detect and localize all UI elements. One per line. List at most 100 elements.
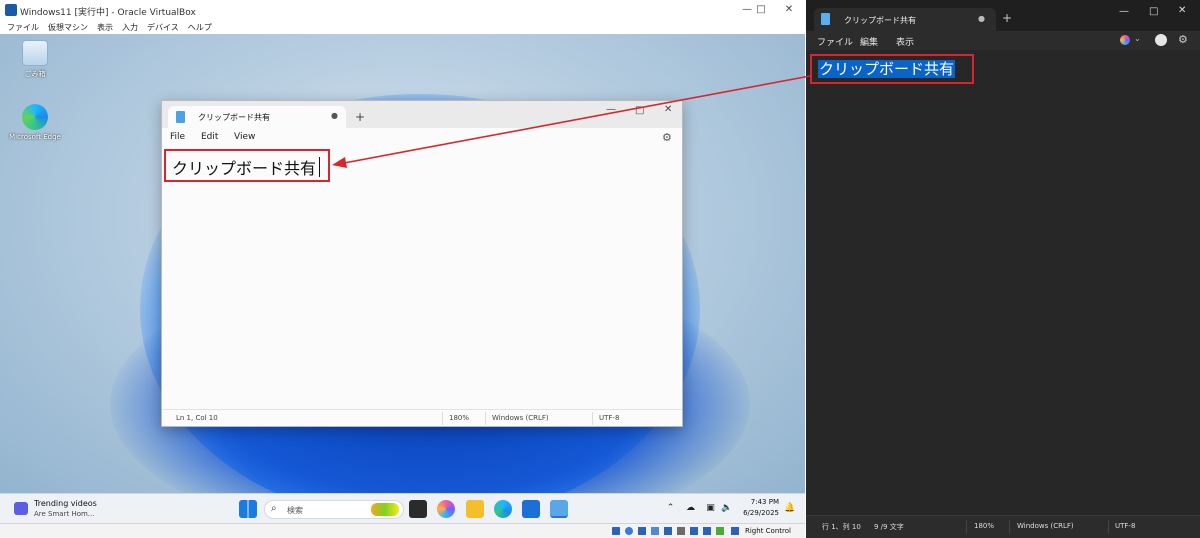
host-new-tab-button[interactable]: +	[1002, 11, 1012, 25]
guest-maximize-button[interactable]: □	[635, 105, 644, 116]
vbox-title-bar[interactable]: Windows11 [実行中] - Oracle VirtualBox — □ …	[0, 0, 805, 20]
guest-status-position: Ln 1, Col 10	[176, 414, 218, 422]
store-icon[interactable]	[522, 500, 540, 518]
start-button-windows-icon[interactable]	[239, 500, 257, 518]
settings-gear-icon[interactable]: ⚙	[662, 131, 672, 144]
copilot-chevron-down-icon[interactable]: ⌄	[1134, 34, 1141, 43]
host-key-label: Right Control	[745, 527, 791, 535]
host-notepad-tab[interactable]: クリップボード共有 ●	[814, 8, 996, 31]
audio-status-icon[interactable]	[638, 527, 646, 535]
account-avatar-icon[interactable]	[1155, 34, 1167, 46]
unsaved-dot-icon[interactable]: ●	[331, 111, 338, 120]
status-divider	[442, 412, 443, 425]
annotation-box-host	[810, 54, 974, 84]
edge-taskbar-icon[interactable]	[494, 500, 512, 518]
guest-status-bar: Ln 1, Col 10 180% Windows (CRLF) UTF-8	[162, 409, 682, 426]
mouse-integration-icon[interactable]	[731, 527, 739, 535]
guest-notepad-menu-bar: File Edit View ⚙	[162, 128, 682, 148]
notification-bell-icon[interactable]: 🔔	[784, 503, 795, 514]
host-notepad-menu-bar: ファイル 編集 表示 ⌄ ⚙	[806, 31, 1200, 50]
taskbar-search-box[interactable]: ⌕ 検索	[264, 500, 404, 519]
status-divider	[1009, 520, 1010, 534]
menu-machine[interactable]: 仮想マシン	[48, 22, 88, 33]
host-status-zoom: 180%	[974, 522, 995, 530]
widget-subtitle[interactable]: Are Smart Hom...	[34, 510, 94, 518]
search-highlight-icon	[371, 503, 399, 516]
host-menu-view[interactable]: 表示	[896, 35, 914, 48]
task-view-icon[interactable]	[409, 500, 427, 518]
clock-time[interactable]: 7:43 PM	[745, 498, 779, 506]
volume-icon[interactable]: 🔈	[721, 503, 732, 514]
status-divider	[966, 520, 967, 534]
recording-status-icon[interactable]	[703, 527, 711, 535]
search-placeholder: 検索	[287, 506, 303, 515]
guest-menu-edit[interactable]: Edit	[201, 132, 218, 142]
hdd-status-icon[interactable]	[612, 527, 620, 535]
desktop-icon-edge[interactable]: Microsoft Edge	[5, 104, 65, 141]
guest-menu-view[interactable]: View	[234, 132, 255, 142]
host-menu-file[interactable]: ファイル	[817, 35, 853, 48]
menu-help[interactable]: ヘルプ	[188, 22, 212, 33]
file-explorer-icon[interactable]	[466, 500, 484, 518]
host-close-button[interactable]: ✕	[1178, 5, 1186, 16]
host-status-bar: 行 1、列 10 9 /9 文字 180% Windows (CRLF) UTF…	[806, 515, 1200, 538]
host-settings-gear-icon[interactable]: ⚙	[1178, 33, 1188, 46]
host-tab-title: クリップボード共有	[844, 16, 916, 25]
widget-title[interactable]: Trending videos	[34, 499, 97, 508]
guest-notepad-tab[interactable]: クリップボード共有 ●	[168, 106, 346, 128]
host-minimize-button[interactable]: —	[1119, 6, 1129, 17]
maximize-button[interactable]: □	[749, 3, 773, 17]
virtualbox-window: Windows11 [実行中] - Oracle VirtualBox — □ …	[0, 0, 805, 538]
vbox-window-title: Windows11 [実行中] - Oracle VirtualBox	[20, 8, 196, 18]
network-status-icon[interactable]	[651, 527, 659, 535]
guest-close-button[interactable]: ✕	[664, 104, 672, 115]
shared-folders-icon[interactable]	[677, 527, 685, 535]
copilot-icon[interactable]	[1120, 35, 1130, 45]
notepad-icon	[176, 111, 185, 123]
host-editor-area[interactable]	[806, 50, 1200, 515]
annotation-box-guest	[164, 149, 330, 182]
desktop-icon-recycle-bin[interactable]: ごみ箱	[5, 40, 65, 79]
guest-notepad-tab-bar: クリップボード共有 ● + — □ ✕	[162, 101, 682, 128]
host-menu-edit[interactable]: 編集	[860, 35, 878, 48]
show-hidden-icons-chevron-icon[interactable]: ⌃	[665, 503, 676, 514]
virtualbox-logo-icon	[5, 4, 17, 16]
copilot-icon[interactable]	[437, 500, 455, 518]
host-status-selection: 9 /9 文字	[874, 523, 904, 531]
menu-view[interactable]: 表示	[97, 22, 113, 33]
host-maximize-button[interactable]: □	[1149, 6, 1158, 17]
search-icon: ⌕	[271, 503, 277, 514]
guest-menu-file[interactable]: File	[170, 132, 185, 142]
menu-file[interactable]: ファイル	[7, 22, 39, 33]
guest-status-encoding: UTF-8	[599, 414, 620, 422]
usb-status-icon[interactable]	[664, 527, 672, 535]
cpu-status-icon[interactable]	[716, 527, 724, 535]
edge-icon	[22, 104, 48, 130]
display-status-icon[interactable]	[690, 527, 698, 535]
unsaved-dot-icon[interactable]: ●	[978, 14, 985, 23]
host-status-encoding: UTF-8	[1115, 522, 1136, 530]
status-divider	[592, 412, 593, 425]
guest-minimize-button[interactable]: —	[606, 104, 616, 115]
guest-status-zoom: 180%	[449, 414, 470, 422]
network-icon[interactable]: ▣	[705, 503, 716, 514]
clock-date[interactable]: 6/29/2025	[740, 509, 779, 517]
close-button[interactable]: ✕	[777, 3, 801, 17]
recycle-bin-icon	[22, 40, 48, 66]
widgets-icon[interactable]	[14, 502, 28, 515]
status-divider	[485, 412, 486, 425]
menu-devices[interactable]: デバイス	[147, 22, 179, 33]
status-divider	[1108, 520, 1109, 534]
notepad-taskbar-icon[interactable]	[550, 500, 568, 518]
guest-taskbar: Trending videos Are Smart Hom... ⌕ 検索 ⌃ …	[0, 493, 805, 523]
optical-drive-icon[interactable]	[625, 527, 633, 535]
onedrive-offline-icon[interactable]: ☁	[685, 503, 696, 514]
notepad-icon	[821, 13, 830, 25]
guest-tab-title: クリップボード共有	[198, 113, 270, 122]
host-status-line-ending: Windows (CRLF)	[1017, 522, 1074, 530]
menu-input[interactable]: 入力	[122, 22, 138, 33]
guest-status-line-ending: Windows (CRLF)	[492, 414, 549, 422]
host-notepad-tab-bar: クリップボード共有 ● + — □ ✕	[806, 0, 1200, 31]
new-tab-button[interactable]: +	[355, 110, 365, 124]
host-status-position: 行 1、列 10	[822, 523, 861, 531]
